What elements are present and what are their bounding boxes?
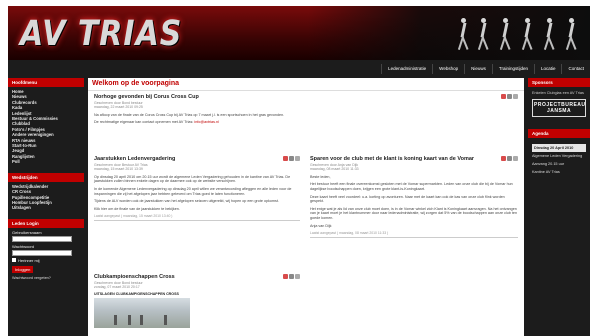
article-vomar: Sparen voor de club met de klant is koni…: [310, 156, 518, 239]
runner-figure: [543, 18, 555, 52]
email-link[interactable]: info@avtrias.nl: [194, 120, 218, 124]
right-sidebar: Sponsors Enkelen Clubglas een AV Trias P…: [528, 78, 590, 336]
page-title: Welkom op de voorpagina: [88, 78, 524, 91]
forgot-password-link[interactable]: Wachtwoord vergeten?: [12, 276, 80, 280]
pdf-icon[interactable]: [501, 94, 506, 99]
article-date: maandag, 15 maart 2010 13:39: [94, 167, 143, 172]
nav-trainingstijden[interactable]: Trainingstijden: [491, 64, 534, 74]
article-date: maandag, 08 maart 2010 11:33: [310, 167, 359, 172]
password-input[interactable]: [12, 249, 72, 256]
article-date: maandag, 22 maart 2010 09:25: [94, 105, 143, 110]
print-icon[interactable]: [507, 94, 512, 99]
print-icon[interactable]: [507, 156, 512, 161]
agenda-event[interactable]: Algemene Leden Vergadering: [532, 154, 586, 159]
article-paragraph: Het enige wat je als lid van onze club m…: [310, 206, 518, 220]
nav-ledenadministratie[interactable]: Ledenadministratie: [381, 64, 432, 74]
article-paragraph: In de komende Algemene Ledenvergadering …: [94, 187, 292, 196]
pdf-icon[interactable]: [501, 156, 506, 161]
wedstrijden-menu: Wedstrijden Wedstrijdkalender CR Cross P…: [8, 172, 84, 215]
last-updated: Laatst aangepast ( maandag, 08 maart 201…: [310, 231, 518, 239]
article-title[interactable]: Sparen voor de club met de klant is koni…: [310, 156, 518, 162]
article-signature: Anja van Dijk: [310, 223, 332, 228]
email-icon[interactable]: [295, 274, 300, 279]
article-tools: [282, 156, 300, 161]
username-label: Gebruikersnaam: [12, 229, 42, 235]
article-title[interactable]: Norhoge gevonden bij Corus Cross Cup: [94, 94, 518, 100]
remember-label: Herinner mij: [18, 257, 40, 263]
menu-item-poll[interactable]: Poll: [12, 159, 80, 164]
article-date: zondag, 07 maart 2010 20:17: [94, 285, 140, 290]
photo-caption: UITSLAGEN CLUBKAMPIOENSCHAPPEN CROSS: [94, 291, 179, 296]
article-tools: [500, 94, 518, 99]
cross-photo: [94, 297, 190, 328]
agenda-box: Dinsdag 20 April 2010 Algemene Leden Ver…: [528, 140, 590, 180]
article-paragraph: Op dinsdag 20 april 2010 om 20.15 uur wo…: [94, 174, 291, 184]
article-paragraph: Deze kaart heeft veel voordeel: u.a. kor…: [310, 194, 505, 204]
article-jaarstukken: Jaarstukken Ledenvergadering Geschreven …: [94, 156, 300, 222]
agenda-event-location: Kantine AV Trias: [532, 170, 560, 174]
nav-webshop[interactable]: Webshop: [432, 64, 464, 74]
runner-figure: [565, 18, 577, 52]
agenda-date: Dinsdag 20 April 2010: [532, 144, 586, 152]
runner-figure: [499, 18, 511, 52]
login-button[interactable]: Inloggen: [12, 265, 34, 273]
article-norhoge: Norhoge gevonden bij Corus Cross Cup Ges…: [94, 94, 518, 125]
site-logo[interactable]: AV TRIAS: [20, 14, 182, 54]
article-title[interactable]: Clubkampioenschappen Cross: [94, 274, 300, 280]
article-paragraph: Na afloop van de finale van de Corus Cro…: [94, 112, 285, 117]
article-title[interactable]: Jaarstukken Ledenvergadering: [94, 156, 300, 162]
last-updated: Laatst aangepast ( maandag, 15 maart 201…: [94, 214, 300, 222]
login-title: Leden Login: [8, 218, 84, 228]
site-header: AV TRIAS: [8, 6, 590, 60]
nav-nieuws[interactable]: Nieuws: [464, 64, 492, 74]
main-menu: Hoofdmenu Home Nieuws Clubrecords Kada L…: [8, 78, 84, 169]
main-menu-title: Hoofdmenu: [8, 78, 84, 87]
article-paragraph: De rechtmatige eigenaar kan contact opne…: [94, 120, 219, 125]
agenda-title: Agenda: [528, 129, 590, 138]
runner-figure: [477, 18, 489, 52]
article-clubkampioenschappen: Clubkampioenschappen Cross Geschreven do…: [94, 274, 300, 328]
page-container: AV TRIAS Ledenadministratie Webshop Nieu…: [8, 6, 590, 336]
remember-me[interactable]: Herinner mij: [12, 258, 80, 263]
sponsors-box: Enkelen Clubglas een AV Trias PROJECTBUR…: [528, 89, 590, 119]
runner-figure: [457, 18, 469, 52]
article-tools: [282, 274, 300, 279]
article-paragraph[interactable]: Klik hier om de finale van de jaarstukke…: [94, 207, 300, 212]
print-icon[interactable]: [289, 274, 294, 279]
menu-item-uitslagen[interactable]: Uitslagen: [12, 205, 80, 210]
remember-checkbox[interactable]: [12, 258, 16, 263]
print-icon[interactable]: [289, 156, 294, 161]
password-label: Wachtwoord: [12, 243, 35, 249]
username-input[interactable]: [12, 235, 72, 242]
top-navigation: Ledenadministratie Webshop Nieuws Traini…: [381, 64, 590, 74]
login-box: Leden Login Gebruikersnaam Wachtwoord He…: [8, 218, 84, 280]
nav-contact[interactable]: Contact: [561, 64, 590, 74]
article-paragraph: Tijdens de ALV worden ook de jaarstukken…: [94, 199, 279, 204]
runner-figure: [521, 18, 533, 52]
sponsor-text[interactable]: Enkelen Clubglas een AV Trias: [532, 91, 586, 95]
article-tools: [500, 156, 518, 161]
article-greeting: Beste leden,: [310, 174, 331, 179]
sponsors-title: Sponsors: [528, 78, 590, 87]
agenda-event-time: Aanvang 20.15 uur: [532, 162, 565, 166]
email-icon[interactable]: [513, 94, 518, 99]
email-icon[interactable]: [513, 156, 518, 161]
pdf-icon[interactable]: [283, 156, 288, 161]
email-icon[interactable]: [295, 156, 300, 161]
sponsor-logo[interactable]: PROJECTBUREAU JANSMA: [532, 99, 586, 117]
wedstrijden-title: Wedstrijden: [8, 172, 84, 182]
pdf-icon[interactable]: [283, 274, 288, 279]
left-sidebar: Hoofdmenu Home Nieuws Clubrecords Kada L…: [8, 78, 84, 336]
runners-graphic: [448, 10, 588, 54]
article-paragraph: Het bestuur heeft een finale overeenkoms…: [310, 182, 513, 191]
nav-locatie[interactable]: Locatie: [533, 64, 562, 74]
main-content: Welkom op de voorpagina Norhoge gevonden…: [88, 78, 524, 336]
